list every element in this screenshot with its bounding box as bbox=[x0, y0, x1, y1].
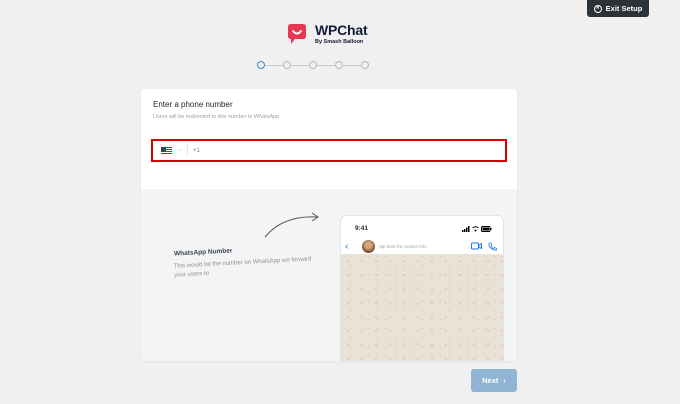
chevron-right-icon: › bbox=[503, 376, 506, 385]
wpchat-logo-icon bbox=[288, 23, 306, 44]
card-subtitle: Users will be redirected to this number … bbox=[153, 114, 280, 120]
step-connector bbox=[343, 64, 361, 66]
wifi-icon bbox=[472, 225, 479, 231]
us-flag-icon[interactable] bbox=[161, 147, 172, 154]
step-5-dot bbox=[361, 61, 369, 69]
dial-code: +1 bbox=[192, 147, 200, 154]
whatsapp-number-description: This would be the number on WhatsApp we … bbox=[173, 256, 312, 279]
chat-background bbox=[341, 254, 503, 361]
setup-card: Enter a phone number Users will be redir… bbox=[141, 89, 517, 361]
logo-subtitle: By Smash Balloon bbox=[315, 39, 364, 45]
step-3-dot bbox=[309, 61, 317, 69]
step-1-dot bbox=[257, 61, 265, 69]
step-connector bbox=[265, 64, 283, 66]
step-connector bbox=[317, 64, 335, 66]
phone-number-field[interactable]: ⌵ +1 bbox=[151, 139, 507, 162]
battery-icon bbox=[481, 225, 492, 232]
wpchat-logo: WPChat By Smash Balloon bbox=[285, 22, 368, 45]
status-icons bbox=[462, 225, 492, 232]
exit-setup-label: Exit Setup bbox=[605, 4, 643, 13]
logo-title: WPChat bbox=[315, 22, 368, 38]
setup-stepper bbox=[257, 61, 369, 69]
step-2-dot bbox=[283, 61, 291, 69]
phone-status-bar: 9:41 bbox=[341, 216, 503, 232]
next-button[interactable]: Next › bbox=[471, 369, 517, 392]
close-circle-icon: ✕ bbox=[593, 4, 602, 13]
whatsapp-preview: WhatsApp Number This would be the number… bbox=[141, 189, 517, 361]
contact-hint: tap here for contact info bbox=[379, 244, 427, 249]
phone-time: 9:41 bbox=[355, 225, 369, 232]
curved-arrow-icon bbox=[264, 212, 319, 238]
chevron-down-icon[interactable]: ⌵ bbox=[178, 147, 183, 154]
chat-header: ‹ tap here for contact info bbox=[341, 232, 503, 253]
next-label: Next bbox=[482, 376, 499, 385]
avatar bbox=[362, 240, 376, 253]
phone-call-icon bbox=[488, 242, 497, 251]
card-title: Enter a phone number bbox=[153, 100, 233, 109]
field-divider bbox=[186, 145, 188, 156]
exit-setup-button[interactable]: ✕ Exit Setup bbox=[587, 0, 649, 17]
phone-mockup: 9:41 ‹ tap here for contact info bbox=[340, 215, 504, 361]
signal-icon bbox=[462, 225, 470, 232]
step-4-dot bbox=[335, 61, 343, 69]
step-connector bbox=[291, 64, 309, 66]
back-arrow-icon: ‹ bbox=[345, 241, 349, 252]
whatsapp-number-label: WhatsApp Number bbox=[173, 247, 233, 258]
video-call-icon bbox=[471, 242, 482, 250]
